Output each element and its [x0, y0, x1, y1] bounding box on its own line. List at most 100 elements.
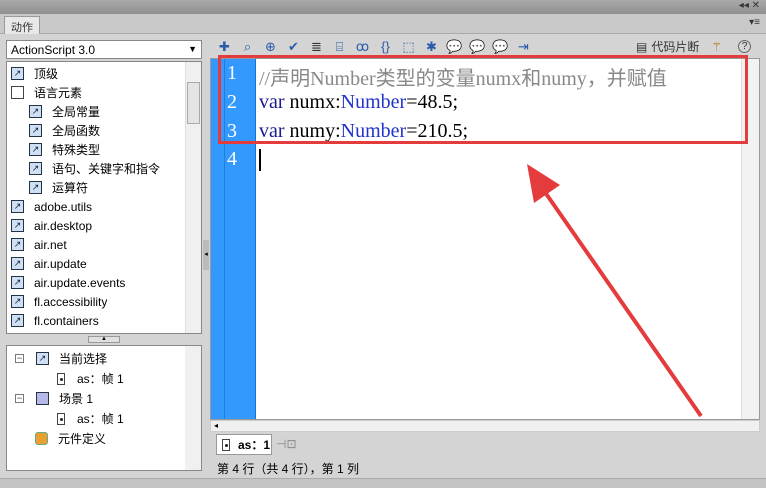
panel-tab-row: 动作 ▾≡ — [0, 14, 766, 34]
chevron-down-icon: ▼ — [188, 44, 197, 54]
collapse-selection-icon[interactable]: ⬚ — [400, 39, 417, 55]
package-icon: ↗ — [11, 219, 24, 232]
tree-item-label: 特殊类型 — [52, 143, 101, 157]
tree-item[interactable]: ↗ air.update — [11, 254, 201, 273]
script-tab-label: as：1 — [238, 438, 271, 452]
code-snippets-label: 代码片断 — [651, 40, 700, 54]
tab-actions[interactable]: 动作 — [4, 16, 40, 34]
code-snippets-button[interactable]: ▤ 代码片断 ⚚ ? — [636, 38, 752, 55]
collapse-icon[interactable]: − — [15, 354, 24, 363]
tree-item[interactable]: ↗ air.desktop — [11, 216, 201, 235]
show-hide-toolbox-icon[interactable]: ⇥ — [515, 39, 532, 55]
editor-horizontal-scrollbar[interactable]: ◂ — [210, 420, 760, 432]
nav-label: 场景 1 — [59, 392, 94, 406]
symbol-icon — [35, 432, 48, 445]
collapse-icon[interactable]: − — [15, 394, 24, 403]
collapse-left-pane-handle[interactable]: ◂ — [203, 240, 209, 270]
package-icon: ↗ — [11, 257, 24, 270]
tree-item[interactable]: 语言元素 — [11, 83, 201, 102]
code-snippets-icon: ▤ — [636, 39, 648, 54]
navigator-scrollbar[interactable] — [185, 346, 201, 470]
nav-label: 当前选择 — [59, 352, 108, 366]
window-controls[interactable]: ◂◂ ✕ — [739, 0, 760, 11]
tree-item-label: air.update.events — [34, 275, 126, 290]
tree-item-label: 语句、关键字和指令 — [52, 162, 161, 176]
package-icon: ↗ — [29, 105, 42, 118]
language-select-value: ActionScript 3.0 — [11, 43, 96, 57]
apply-line-comment-icon[interactable]: 💬 — [469, 39, 486, 55]
package-icon: ↗ — [29, 181, 42, 194]
tree-item-label: air.net — [34, 237, 67, 252]
tree-item[interactable]: ↗ 语句、关键字和指令 — [11, 159, 201, 178]
package-icon: ↗ — [29, 143, 42, 156]
package-icon: ↗ — [11, 295, 24, 308]
bottom-resize-bar[interactable] — [0, 478, 766, 488]
nav-current-selection[interactable]: − ↗ 当前选择 — [15, 350, 107, 367]
frame-icon — [222, 438, 230, 451]
help-icon[interactable]: ? — [738, 40, 752, 53]
book-icon — [11, 86, 24, 99]
package-icon: ↗ — [11, 314, 24, 327]
find-icon[interactable]: ⌕ — [239, 39, 256, 55]
collapse-between-braces-icon[interactable]: {} — [377, 39, 394, 55]
status-line: 第 4 行（共 4 行），第 1 列 — [217, 462, 360, 476]
panel-title-bar: ◂◂ ✕ — [0, 0, 766, 14]
tree-item[interactable]: ↗ air.update.events — [11, 273, 201, 292]
pane-splitter-handle[interactable]: ▲ — [88, 336, 120, 343]
tree-item[interactable]: ↗ 全局常量 — [11, 102, 201, 121]
debug-options-icon[interactable]: ꝏ — [354, 39, 371, 55]
nav-label: as：帧 1 — [77, 372, 124, 386]
insert-target-path-icon[interactable]: ⊕ — [262, 39, 279, 55]
tree-item[interactable]: ↗ 全局函数 — [11, 121, 201, 140]
script-navigator: − ↗ 当前选择 as：帧 1 − 场景 1 as：帧 1 元件定义 — [6, 345, 202, 471]
tree-item[interactable]: ↗ 顶级 — [11, 64, 201, 83]
nav-frame-item[interactable]: as：帧 1 — [57, 370, 124, 387]
tree-item-label: fl.accessibility — [34, 294, 108, 309]
frame-icon — [57, 372, 65, 385]
nav-label: as：帧 1 — [77, 412, 124, 426]
script-tab[interactable]: as：1 — [216, 434, 272, 455]
check-syntax-icon[interactable]: ✔ — [285, 39, 302, 55]
apply-block-comment-icon[interactable]: 💬 — [446, 39, 463, 55]
pin-script-icon[interactable]: ⊣⊡ — [276, 437, 297, 451]
tree-item[interactable]: ↗ 特殊类型 — [11, 140, 201, 159]
nav-scene[interactable]: − 场景 1 — [15, 390, 93, 407]
package-icon: ↗ — [29, 124, 42, 137]
tree-item[interactable]: ↗ adobe.utils — [11, 197, 201, 216]
tree-item-label: air.desktop — [34, 218, 93, 233]
nav-symbol-definitions[interactable]: 元件定义 — [35, 430, 106, 447]
annotation-highlight-box — [218, 55, 748, 144]
tree-scrollbar[interactable] — [185, 62, 201, 333]
code-assistant-wand-icon[interactable]: ⚚ — [711, 40, 722, 54]
tree-item-label: fl.containers — [34, 313, 99, 328]
remove-comment-icon[interactable]: 💬 — [492, 39, 509, 55]
line-number: 4 — [227, 148, 237, 170]
tree-item[interactable]: ↗ fl.accessibility — [11, 292, 201, 311]
tree-item-label: air.update — [34, 256, 87, 271]
scrollbar-thumb[interactable] — [187, 82, 200, 124]
tree-item-label: 顶级 — [34, 67, 59, 81]
text-caret — [259, 149, 261, 171]
auto-format-icon[interactable]: ≣ — [308, 39, 325, 55]
tree-item[interactable]: ↗ 运算符 — [11, 178, 201, 197]
add-statement-icon[interactable]: ✚ — [216, 39, 233, 55]
actions-toolbox-tree: ↗ 顶级 语言元素 ↗ 全局常量 ↗ 全局函数 ↗ 特殊类型 ↗ 语句、关键字和指令 ↗ 运算符 ↗ ado… — [6, 61, 202, 334]
tree-item-label: 全局常量 — [52, 105, 101, 119]
expand-all-icon[interactable]: ✱ — [423, 39, 440, 55]
show-code-hint-icon[interactable]: ⌸ — [331, 39, 348, 55]
nav-frame-item[interactable]: as：帧 1 — [57, 410, 124, 427]
tree-item[interactable]: ↗ fl.containers — [11, 311, 201, 330]
tree-item-label: 全局函数 — [52, 124, 101, 138]
clapper-icon — [36, 392, 49, 405]
tree-item-label: adobe.utils — [34, 199, 93, 214]
package-icon: ↗ — [11, 200, 24, 213]
tree-item[interactable]: ↗ air.net — [11, 235, 201, 254]
package-icon: ↗ — [11, 276, 24, 289]
language-select[interactable]: ActionScript 3.0 ▼ — [6, 40, 202, 59]
package-icon: ↗ — [11, 67, 24, 80]
panel-menu-icon[interactable]: ▾≡ — [749, 17, 760, 28]
tree-item-label: 语言元素 — [34, 86, 83, 100]
nav-label: 元件定义 — [58, 432, 107, 446]
package-icon: ↗ — [36, 352, 49, 365]
frame-icon — [57, 412, 65, 425]
